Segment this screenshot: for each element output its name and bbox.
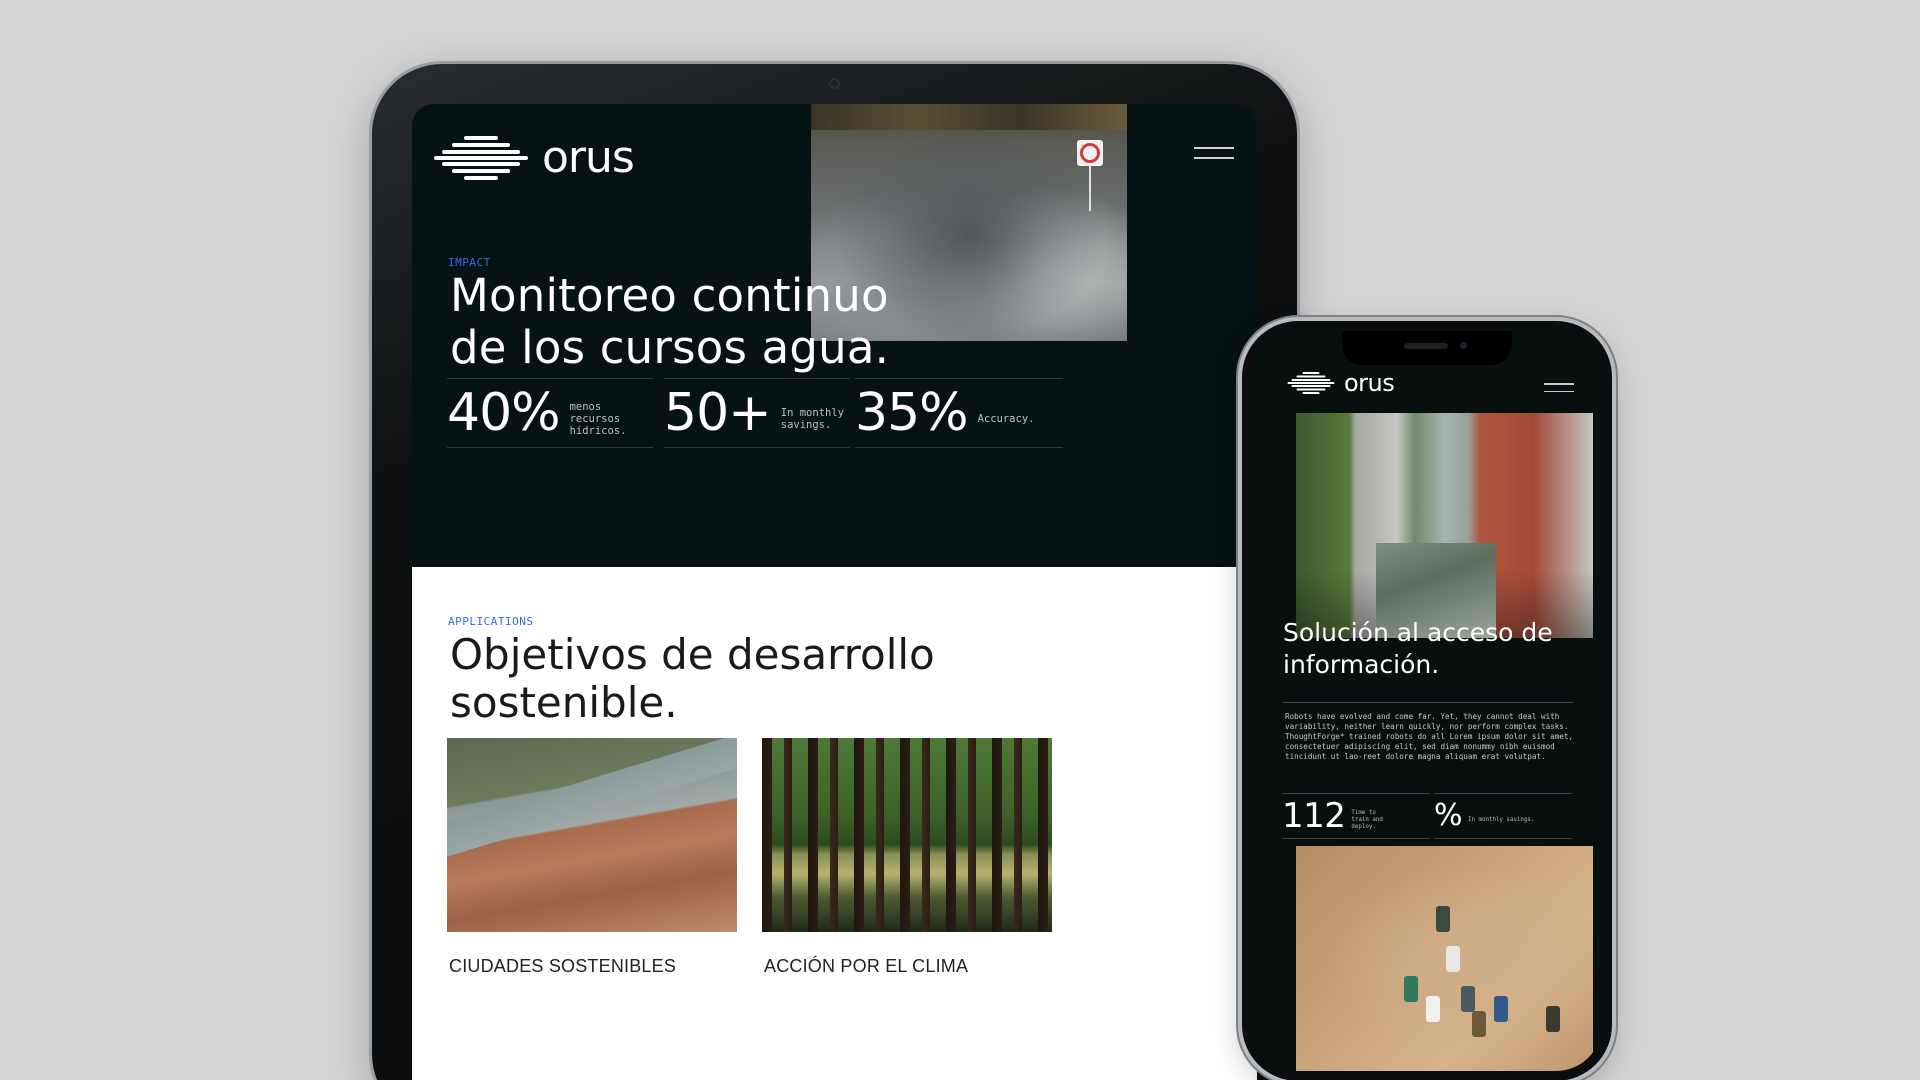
- stat-item: 112 Time to train and deploy.: [1282, 793, 1430, 839]
- hero-section: orus IMPACT Monitoreo continuo de los cu…: [412, 104, 1257, 567]
- sdg-title: Objetivos de desarrollo sostenible.: [450, 630, 935, 727]
- stat-value: %: [1434, 798, 1463, 833]
- river-town-photo: [1296, 413, 1593, 638]
- stat-value: 40%: [447, 383, 561, 443]
- prohibition-sign-icon: [1077, 140, 1103, 166]
- phone-notch: [1342, 331, 1512, 365]
- applications-section: APPLICATIONS Objetivos de desarrollo sos…: [412, 567, 1257, 1080]
- phone-screen: orus Solución al acceso de información. …: [1252, 331, 1602, 1071]
- flooded-forest-photo: [762, 738, 1052, 932]
- card-label: ACCIÓN POR EL CLIMA: [764, 956, 969, 976]
- brand-logo[interactable]: orus: [1286, 369, 1395, 397]
- orus-logo-icon: [1287, 372, 1335, 394]
- phone-body-text: Robots have evolved and come far. Yet, t…: [1285, 712, 1574, 761]
- stat-value: 35%: [855, 383, 969, 443]
- brand-name: orus: [542, 132, 635, 183]
- hamburger-menu-icon[interactable]: [1544, 383, 1574, 398]
- impact-label: IMPACT: [448, 256, 491, 269]
- brand-name: orus: [1344, 369, 1395, 397]
- camera-icon: [829, 78, 840, 89]
- tablet-device: orus IMPACT Monitoreo continuo de los cu…: [372, 64, 1297, 1080]
- hamburger-menu-icon[interactable]: [1194, 147, 1234, 167]
- stats-row: 40% menos recursos hídricos. 50+ In mont…: [447, 378, 1067, 448]
- phone-headline: Solución al acceso de información.: [1283, 618, 1553, 679]
- divider: [1283, 702, 1573, 703]
- card-label: CIUDADES SOSTENIBLES: [449, 956, 677, 976]
- applications-label: APPLICATIONS: [448, 615, 534, 628]
- orus-logo-icon: [434, 136, 528, 180]
- stat-caption: In monthly savings.: [780, 407, 844, 431]
- stat-item: 40% menos recursos hídricos.: [447, 378, 653, 448]
- stat-caption: In monthly savings.: [1468, 816, 1535, 823]
- phone-stats-row: 112 Time to train and deploy. % In month…: [1282, 793, 1572, 839]
- flood-aerial-photo: [1296, 846, 1593, 1071]
- stat-item: % In monthly savings.: [1434, 793, 1572, 839]
- card-climate-action[interactable]: ACCIÓN POR EL CLIMA: [762, 738, 1052, 977]
- stat-value: 112: [1282, 796, 1346, 836]
- stat-item: 50+ In monthly savings.: [664, 378, 850, 448]
- aerial-city-photo: [447, 738, 737, 932]
- stat-caption: Time to train and deploy.: [1351, 809, 1383, 830]
- phone-device: orus Solución al acceso de información. …: [1242, 321, 1612, 1080]
- stat-value: 50+: [664, 383, 772, 443]
- hero-headline: Monitoreo continuo de los cursos agua.: [450, 269, 890, 374]
- stat-caption: menos recursos hídricos.: [569, 401, 627, 437]
- stat-caption: Accuracy.: [977, 413, 1035, 425]
- tablet-screen: orus IMPACT Monitoreo continuo de los cu…: [412, 104, 1257, 1080]
- stat-item: 35% Accuracy.: [855, 378, 1063, 448]
- card-sustainable-cities[interactable]: CIUDADES SOSTENIBLES: [447, 738, 737, 977]
- brand-logo[interactable]: orus: [434, 132, 635, 183]
